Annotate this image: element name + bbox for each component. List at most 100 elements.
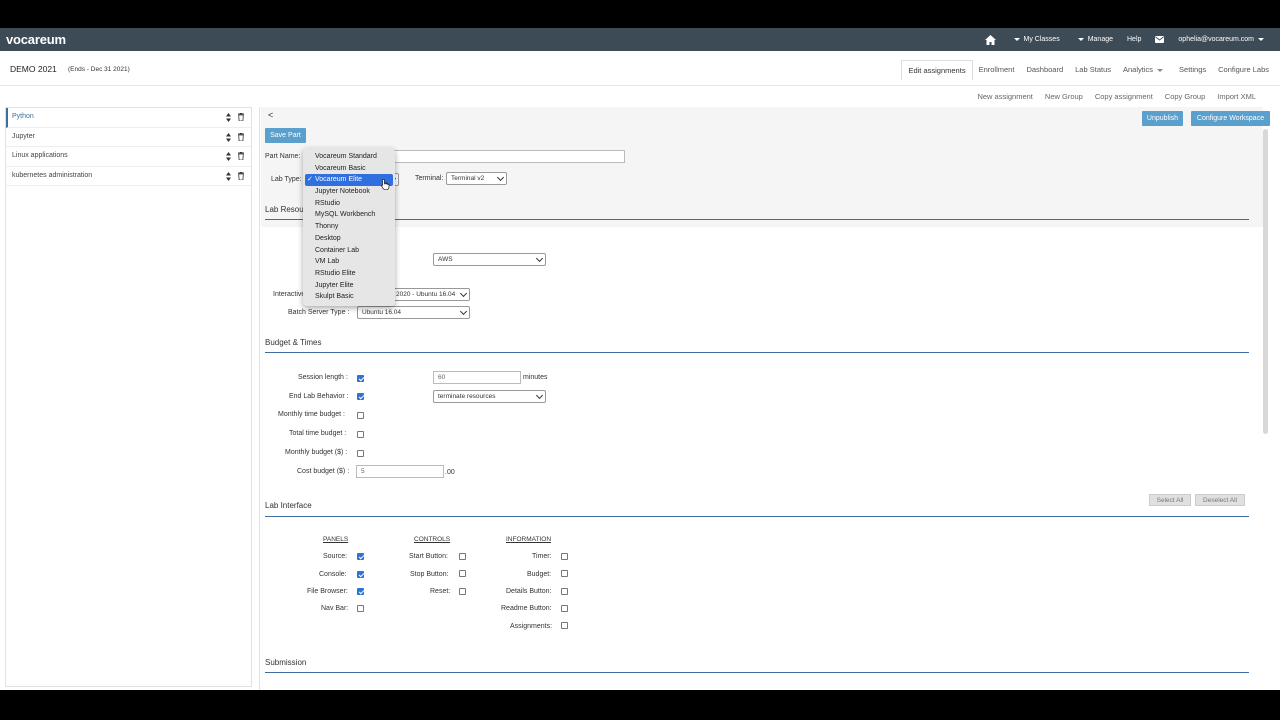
tab-settings[interactable]: Settings bbox=[1173, 60, 1212, 80]
sort-icon[interactable] bbox=[226, 132, 231, 142]
sidebar-item-python[interactable]: Python bbox=[6, 108, 251, 128]
unpublish-button[interactable]: Unpublish bbox=[1142, 111, 1183, 126]
info-readme-button-label: Readme Button: bbox=[501, 605, 552, 612]
my-classes-label: My Classes bbox=[1023, 36, 1060, 43]
info-assignments-checkbox[interactable] bbox=[561, 622, 568, 629]
end-lab-behavior-label: End Lab Behavior : bbox=[289, 393, 349, 400]
tab-lab-status[interactable]: Lab Status bbox=[1069, 60, 1117, 80]
panel-console-label: Console: bbox=[319, 571, 347, 578]
lab-type-dropdown: Vocareum Standard Vocareum Basic ✓ Vocare… bbox=[303, 148, 395, 306]
terminal-select[interactable]: Terminal v2 bbox=[446, 172, 507, 185]
sidebar-item-linux-applications[interactable]: Linux applications bbox=[6, 147, 251, 167]
cost-budget-suffix: .00 bbox=[445, 469, 455, 476]
panel-console-checkbox[interactable] bbox=[357, 571, 364, 578]
my-classes-menu[interactable]: My Classes bbox=[1010, 36, 1060, 43]
import-xml-link[interactable]: Import XML bbox=[1217, 92, 1256, 101]
dropdown-option[interactable]: MySQL Workbench bbox=[303, 209, 395, 221]
info-details-button-checkbox[interactable] bbox=[561, 588, 568, 595]
save-part-button[interactable]: Save Part bbox=[265, 128, 306, 143]
tab-analytics[interactable]: Analytics bbox=[1117, 60, 1173, 80]
control-reset-label: Reset: bbox=[430, 588, 451, 595]
sort-icon[interactable] bbox=[226, 171, 231, 181]
panel-nav-bar-checkbox[interactable] bbox=[357, 605, 364, 612]
panel-file-browser-checkbox[interactable] bbox=[357, 588, 364, 595]
dropdown-option-label: Vocareum Elite bbox=[315, 176, 363, 184]
trash-icon[interactable] bbox=[238, 113, 244, 121]
batch-server-label: Batch Server Type : bbox=[288, 309, 350, 316]
brand-logo[interactable]: vocareum bbox=[6, 32, 66, 47]
section-divider bbox=[265, 352, 1249, 353]
sort-icon[interactable] bbox=[226, 113, 231, 122]
messages-link[interactable] bbox=[1155, 36, 1165, 43]
trash-icon[interactable] bbox=[238, 152, 244, 160]
panel-source-checkbox[interactable] bbox=[357, 553, 364, 560]
dropdown-option[interactable]: Vocareum Basic bbox=[303, 163, 395, 175]
info-timer-checkbox[interactable] bbox=[561, 553, 568, 560]
info-budget-label: Budget: bbox=[527, 571, 552, 578]
session-length-input[interactable]: 60 bbox=[433, 371, 521, 384]
sidebar-item-jupyter[interactable]: Jupyter bbox=[6, 128, 251, 147]
dropdown-option[interactable]: Thonny bbox=[303, 221, 395, 233]
dropdown-option[interactable]: Jupyter Elite bbox=[303, 280, 395, 292]
configure-workspace-button[interactable]: Configure Workspace bbox=[1191, 111, 1270, 126]
dropdown-option[interactable]: Desktop bbox=[303, 233, 395, 245]
caret-down-icon bbox=[1077, 38, 1084, 41]
tab-edit-assignments[interactable]: Edit assignments bbox=[901, 60, 973, 80]
top-navbar: vocareum My Classes Manage Help ophelia@… bbox=[0, 28, 1280, 51]
cloud-provider-select[interactable]: AWS bbox=[433, 253, 546, 266]
trash-icon[interactable] bbox=[238, 132, 244, 141]
sidebar-item-label: Jupyter bbox=[12, 132, 35, 140]
monthly-budget-checkbox[interactable] bbox=[357, 450, 364, 457]
copy-assignment-link[interactable]: Copy assignment bbox=[1095, 92, 1153, 101]
session-length-checkbox[interactable] bbox=[357, 375, 364, 382]
help-link[interactable]: Help bbox=[1127, 36, 1141, 43]
monthly-time-budget-label: Monthly time budget : bbox=[278, 411, 345, 418]
dropdown-option[interactable]: VM Lab bbox=[303, 256, 395, 268]
minutes-label: minutes bbox=[523, 374, 548, 381]
monthly-time-budget-checkbox[interactable] bbox=[357, 412, 364, 419]
dropdown-option[interactable]: Skulpt Basic bbox=[303, 291, 395, 303]
end-lab-behavior-select[interactable]: terminate resources bbox=[433, 390, 546, 403]
dropdown-option[interactable]: RStudio Elite bbox=[303, 268, 395, 280]
tab-analytics-label: Analytics bbox=[1123, 65, 1154, 74]
lab-resources-title: Lab Resou bbox=[265, 205, 304, 214]
main-scrollbar[interactable] bbox=[1263, 129, 1268, 434]
end-lab-behavior-checkbox[interactable] bbox=[357, 393, 364, 400]
mail-icon bbox=[1155, 36, 1165, 43]
info-assignments-label: Assignments: bbox=[510, 623, 553, 630]
course-end-date: (Ends - Dec 31 2021) bbox=[68, 66, 130, 73]
cost-budget-input[interactable]: 5 bbox=[356, 465, 444, 478]
new-assignment-link[interactable]: New assignment bbox=[977, 92, 1032, 101]
manage-menu[interactable]: Manage bbox=[1074, 36, 1113, 43]
sort-icon[interactable] bbox=[226, 152, 231, 161]
dropdown-option[interactable]: Container Lab bbox=[303, 245, 395, 257]
select-all-button[interactable]: Select All bbox=[1149, 494, 1191, 506]
info-budget-checkbox[interactable] bbox=[561, 570, 568, 577]
deselect-all-button[interactable]: Deselect All bbox=[1195, 494, 1245, 506]
dropdown-option-selected[interactable]: ✓ Vocareum Elite bbox=[305, 174, 393, 187]
info-readme-button-checkbox[interactable] bbox=[561, 605, 568, 612]
control-reset-checkbox[interactable] bbox=[459, 588, 466, 595]
course-tabs: Edit assignments Enrollment Dashboard La… bbox=[901, 60, 1275, 80]
back-button[interactable]: < bbox=[268, 110, 273, 120]
home-link[interactable] bbox=[984, 34, 996, 45]
total-time-budget-checkbox[interactable] bbox=[357, 431, 364, 438]
batch-server-select[interactable]: Ubuntu 16.04 bbox=[357, 306, 470, 319]
info-details-button-label: Details Button: bbox=[506, 588, 552, 595]
tab-enrollment[interactable]: Enrollment bbox=[973, 60, 1021, 80]
sidebar-item-kubernetes-administration[interactable]: kubernetes administration bbox=[6, 167, 251, 186]
info-timer-label: Timer: bbox=[532, 553, 552, 560]
tab-dashboard[interactable]: Dashboard bbox=[1020, 60, 1069, 80]
control-stop-checkbox[interactable] bbox=[459, 570, 466, 577]
cost-budget-label: Cost budget ($) : bbox=[297, 468, 350, 475]
dropdown-option[interactable]: RStudio bbox=[303, 198, 395, 210]
assignment-sidebar: Python Jupyter Linux applications kubern… bbox=[5, 107, 252, 687]
new-group-link[interactable]: New Group bbox=[1045, 92, 1083, 101]
copy-group-link[interactable]: Copy Group bbox=[1165, 92, 1205, 101]
tab-configure-labs[interactable]: Configure Labs bbox=[1212, 60, 1275, 80]
control-stop-label: Stop Button: bbox=[410, 571, 449, 578]
dropdown-option[interactable]: Vocareum Standard bbox=[303, 151, 395, 163]
control-start-checkbox[interactable] bbox=[459, 553, 466, 560]
trash-icon[interactable] bbox=[238, 171, 244, 180]
user-menu[interactable]: ophelia@vocareum.com bbox=[1178, 36, 1268, 43]
